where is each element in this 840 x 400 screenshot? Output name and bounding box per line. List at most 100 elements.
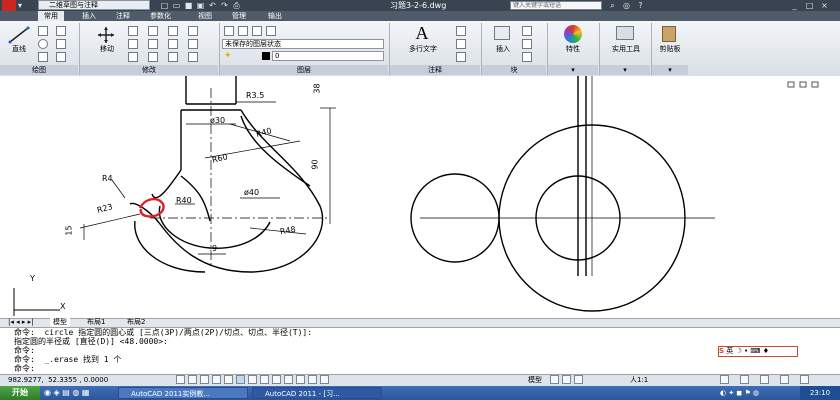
quick-access-icon[interactable]: ▾: [18, 0, 34, 11]
properties-label[interactable]: 特性: [556, 44, 590, 54]
coordinate-readout[interactable]: 982.9277, 52.3355 , 0.0000: [8, 375, 108, 385]
transparency-icon[interactable]: [296, 375, 305, 384]
start-button[interactable]: 开始: [0, 386, 40, 400]
arc-icon[interactable]: [38, 52, 48, 62]
tab-home[interactable]: 常用: [38, 11, 64, 21]
ducs-icon[interactable]: [260, 375, 269, 384]
line-icon[interactable]: [8, 26, 30, 44]
workspace-select[interactable]: 二维草图与注释: [38, 0, 150, 10]
grid-icon[interactable]: [200, 375, 209, 384]
hook-drawing[interactable]: [129, 76, 330, 273]
redo-icon[interactable]: ↷: [220, 1, 229, 10]
maximize-icon[interactable]: □: [805, 1, 814, 10]
ortho-icon[interactable]: [212, 375, 221, 384]
layer-select[interactable]: 0: [272, 51, 384, 61]
polyline-icon[interactable]: [38, 26, 48, 36]
create-block-icon[interactable]: [522, 26, 532, 36]
minimize-icon[interactable]: _: [790, 1, 799, 10]
mirror-icon[interactable]: [148, 39, 158, 49]
array-icon[interactable]: [168, 52, 178, 62]
polar-icon[interactable]: [224, 375, 233, 384]
pan-icon[interactable]: [562, 375, 571, 384]
lightbulb-icon[interactable]: ✦: [224, 51, 234, 61]
osnap-icon[interactable]: [236, 375, 245, 384]
new-icon[interactable]: □: [160, 1, 169, 10]
layer-properties-icon[interactable]: [224, 26, 234, 36]
clean-screen-icon[interactable]: [800, 375, 809, 384]
dimension-icon[interactable]: [456, 26, 466, 36]
multiline-text-label[interactable]: 多行文字: [398, 44, 448, 54]
workspace-switch-icon[interactable]: [720, 375, 729, 384]
utilities-label[interactable]: 实用工具: [604, 44, 648, 54]
utilities-dropdown[interactable]: ▾: [600, 65, 650, 75]
app-menu-button[interactable]: [2, 0, 16, 11]
taskbar-item-autocad[interactable]: AutoCAD 2011 - [习...: [252, 387, 382, 399]
panel-draw-label[interactable]: 绘图: [0, 65, 78, 75]
insert-label[interactable]: 插入: [488, 44, 518, 54]
clipboard-icon[interactable]: [662, 26, 676, 42]
tab-model[interactable]: 模型: [50, 318, 70, 327]
tab-view[interactable]: 视图: [192, 11, 218, 21]
command-input[interactable]: 命令:: [14, 364, 35, 373]
tray-icons[interactable]: ◐ ✦ ◼ ⚑ ◍: [720, 388, 800, 398]
explode-icon[interactable]: [188, 26, 198, 36]
clipboard-dropdown[interactable]: ▾: [652, 65, 688, 75]
circles-drawing[interactable]: [410, 76, 715, 312]
subscription-icon[interactable]: ◎: [622, 1, 631, 10]
snap-icon[interactable]: [188, 375, 197, 384]
tab-parametric[interactable]: 参数化: [144, 11, 177, 21]
hatch-icon[interactable]: [56, 39, 66, 49]
rotate-icon[interactable]: [128, 26, 138, 36]
table-icon[interactable]: [456, 52, 466, 62]
annotation-scale[interactable]: 人1:1: [630, 375, 648, 385]
scale-icon[interactable]: [148, 52, 158, 62]
tab-manage[interactable]: 管理: [226, 11, 252, 21]
edit-icon[interactable]: [188, 52, 198, 62]
drawing-canvas[interactable]: ø30 R3.5 R40 R60 ø40 R40 R4 R23 R48 90 3…: [0, 76, 840, 318]
quick-launch-icons[interactable]: ◉ ◈ ▤ ◍ ▦: [44, 388, 104, 398]
trim-icon[interactable]: [148, 26, 158, 36]
clipboard-label[interactable]: 剪贴板: [652, 44, 688, 54]
infer-constraints-icon[interactable]: [176, 375, 185, 384]
lineweight-icon[interactable]: [284, 375, 293, 384]
offset-icon[interactable]: [188, 39, 198, 49]
viewport-controls[interactable]: [787, 81, 819, 88]
taskbar-item-tutorial[interactable]: AutoCAD 2011实例教...: [118, 387, 248, 399]
properties-icon[interactable]: [564, 25, 582, 43]
panel-annotation-label[interactable]: 注释: [390, 65, 480, 75]
quick-properties-icon[interactable]: [308, 375, 317, 384]
leader-icon[interactable]: [456, 39, 466, 49]
zoom-icon[interactable]: [574, 375, 583, 384]
insert-icon[interactable]: [494, 26, 510, 40]
layer-iso-icon[interactable]: [252, 26, 262, 36]
rectangle-icon[interactable]: [56, 26, 66, 36]
plot-icon[interactable]: ⎙: [232, 1, 241, 10]
panel-modify-label[interactable]: 修改: [80, 65, 218, 75]
copy-icon[interactable]: [128, 39, 138, 49]
layer-state-select[interactable]: 未保存的图层状态: [222, 39, 384, 49]
dyn-icon[interactable]: [272, 375, 281, 384]
tab-output[interactable]: 输出: [262, 11, 288, 21]
line-button-label[interactable]: 直线: [4, 44, 34, 54]
utilities-icon[interactable]: [616, 26, 634, 40]
layer-state-icon[interactable]: [238, 26, 248, 36]
fillet-icon[interactable]: [168, 39, 178, 49]
panel-block-label[interactable]: 块: [482, 65, 546, 75]
ime-toolbar[interactable]: S 英 ☽ • ⌨ ♦: [718, 346, 798, 357]
open-icon[interactable]: ▭: [172, 1, 181, 10]
region-icon[interactable]: [56, 52, 66, 62]
stretch-icon[interactable]: [128, 52, 138, 62]
search-input[interactable]: 键入关键字或短语: [510, 1, 602, 10]
edit-block-icon[interactable]: [522, 39, 532, 49]
tab-layout1[interactable]: 布局1: [84, 318, 108, 327]
layer-off-icon[interactable]: [266, 26, 276, 36]
tab-annotate[interactable]: 注释: [110, 11, 136, 21]
tab-layout2[interactable]: 布局2: [124, 318, 148, 327]
help-icon[interactable]: ?: [636, 1, 645, 10]
save-icon[interactable]: ■: [184, 1, 193, 10]
tab-insert[interactable]: 插入: [76, 11, 102, 21]
attribute-icon[interactable]: [522, 52, 532, 62]
layout-nav-icon[interactable]: |◂ ◂ ▸ ▸|: [8, 318, 33, 327]
lock-icon[interactable]: [740, 375, 749, 384]
move-button-label[interactable]: 移动: [92, 44, 122, 54]
